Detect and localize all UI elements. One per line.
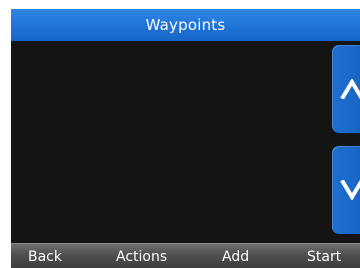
page-title: Waypoints	[145, 16, 226, 34]
waypoints-list[interactable]	[11, 41, 329, 243]
chevron-up-icon	[340, 79, 360, 99]
add-button[interactable]: Add	[222, 244, 249, 268]
title-bar: Waypoints	[11, 9, 360, 41]
scroll-up-button[interactable]	[332, 45, 360, 133]
back-button[interactable]: Back	[28, 244, 62, 268]
softkey-bar: Back Actions Add Start	[11, 243, 360, 268]
device-screen: Waypoints Back Actions Add Start	[11, 9, 360, 268]
scroll-down-button[interactable]	[332, 146, 360, 234]
actions-button[interactable]: Actions	[116, 244, 167, 268]
chevron-down-icon	[340, 180, 360, 200]
start-button[interactable]: Start	[307, 244, 341, 268]
